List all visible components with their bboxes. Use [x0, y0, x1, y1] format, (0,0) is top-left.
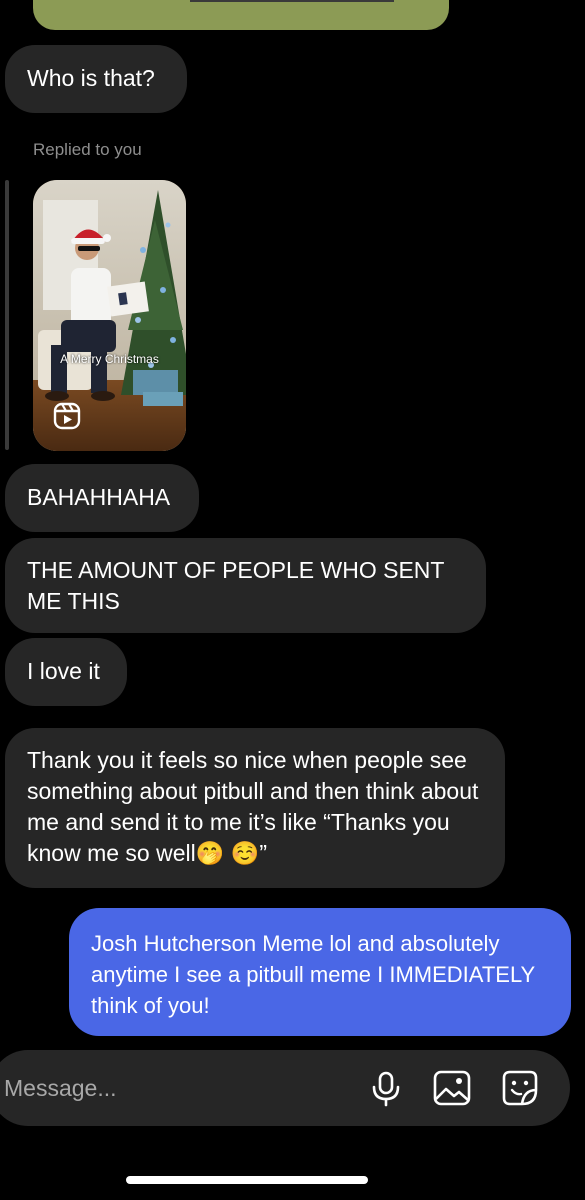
- received-message-bubble[interactable]: THE AMOUNT OF PEOPLE WHO SENT ME THIS: [5, 538, 486, 633]
- message-text: Josh Hutcherson Meme lol and absolutely …: [91, 931, 535, 1018]
- message-text: Thank you it feels so nice when people s…: [27, 747, 485, 866]
- shared-media-bubble-partial[interactable]: [33, 0, 449, 30]
- reel-caption: A Merry Christmas: [60, 352, 159, 366]
- message-text: BAHAHHAHA: [27, 484, 171, 510]
- message-composer: [0, 1050, 570, 1126]
- home-indicator[interactable]: [126, 1176, 368, 1184]
- message-text: I love it: [27, 658, 100, 684]
- sticker-icon[interactable]: [500, 1068, 540, 1108]
- reply-context-label: Replied to you: [33, 140, 142, 159]
- message-text: THE AMOUNT OF PEOPLE WHO SENT ME THIS: [27, 557, 451, 614]
- received-message-bubble[interactable]: Who is that?: [5, 45, 187, 113]
- message-text: Who is that?: [27, 65, 155, 91]
- received-message-bubble[interactable]: I love it: [5, 638, 127, 706]
- received-message-bubble[interactable]: BAHAHHAHA: [5, 464, 199, 532]
- reply-indicator-line: [5, 180, 9, 450]
- media-edge: [190, 0, 394, 2]
- received-message-bubble[interactable]: Thank you it feels so nice when people s…: [5, 728, 505, 888]
- microphone-icon[interactable]: [366, 1068, 406, 1108]
- sent-message-bubble[interactable]: Josh Hutcherson Meme lol and absolutely …: [69, 908, 571, 1036]
- image-icon[interactable]: [432, 1068, 472, 1108]
- shared-reel-preview[interactable]: A Merry Christmas: [33, 180, 186, 451]
- reels-icon: [53, 402, 81, 430]
- message-input[interactable]: [4, 1072, 344, 1104]
